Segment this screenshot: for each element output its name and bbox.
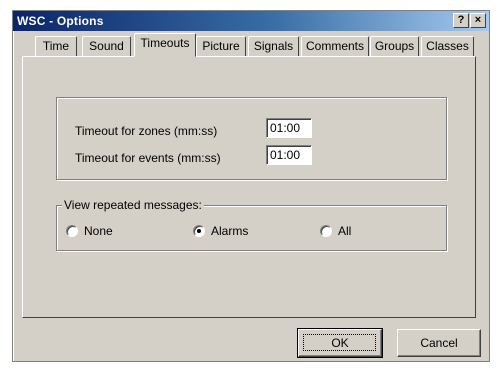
radio-all[interactable]: All (320, 223, 351, 239)
tab-classes[interactable]: Classes (421, 36, 474, 56)
title-bar: WSC - Options ? × (13, 11, 489, 31)
tab-comments[interactable]: Comments (301, 36, 369, 56)
tab-sound[interactable]: Sound (82, 36, 131, 56)
events-timeout-label: Timeout for events (mm:ss) (75, 151, 221, 165)
repeated-messages-legend: View repeated messages: (62, 198, 204, 212)
radio-none[interactable]: None (66, 223, 113, 239)
zones-timeout-label: Timeout for zones (mm:ss) (75, 124, 218, 138)
cancel-button[interactable]: Cancel (397, 329, 481, 357)
tab-time[interactable]: Time (35, 36, 77, 56)
ok-button[interactable]: OK (297, 328, 383, 358)
tab-signals[interactable]: Signals (248, 36, 299, 56)
timeouts-tab-panel (22, 56, 476, 318)
close-button[interactable]: × (470, 13, 486, 28)
radio-all-indicator[interactable] (320, 225, 332, 237)
tab-picture[interactable]: Picture (196, 36, 246, 56)
help-button[interactable]: ? (453, 13, 469, 28)
radio-alarms[interactable]: Alarms (193, 223, 248, 239)
radio-all-label: All (338, 224, 352, 238)
tab-timeouts[interactable]: Timeouts (134, 33, 196, 57)
timeout-settings-group (56, 97, 447, 180)
radio-alarms-indicator[interactable] (193, 225, 205, 237)
radio-none-indicator[interactable] (66, 225, 78, 237)
radio-alarms-label: Alarms (211, 224, 249, 238)
events-timeout-input[interactable] (266, 145, 312, 165)
tab-groups[interactable]: Groups (370, 36, 419, 56)
window-title: WSC - Options (17, 14, 104, 28)
cancel-button-label: Cancel (420, 336, 458, 350)
ok-button-label: OK (331, 336, 349, 350)
zones-timeout-input[interactable] (266, 118, 312, 138)
radio-none-label: None (84, 224, 113, 238)
